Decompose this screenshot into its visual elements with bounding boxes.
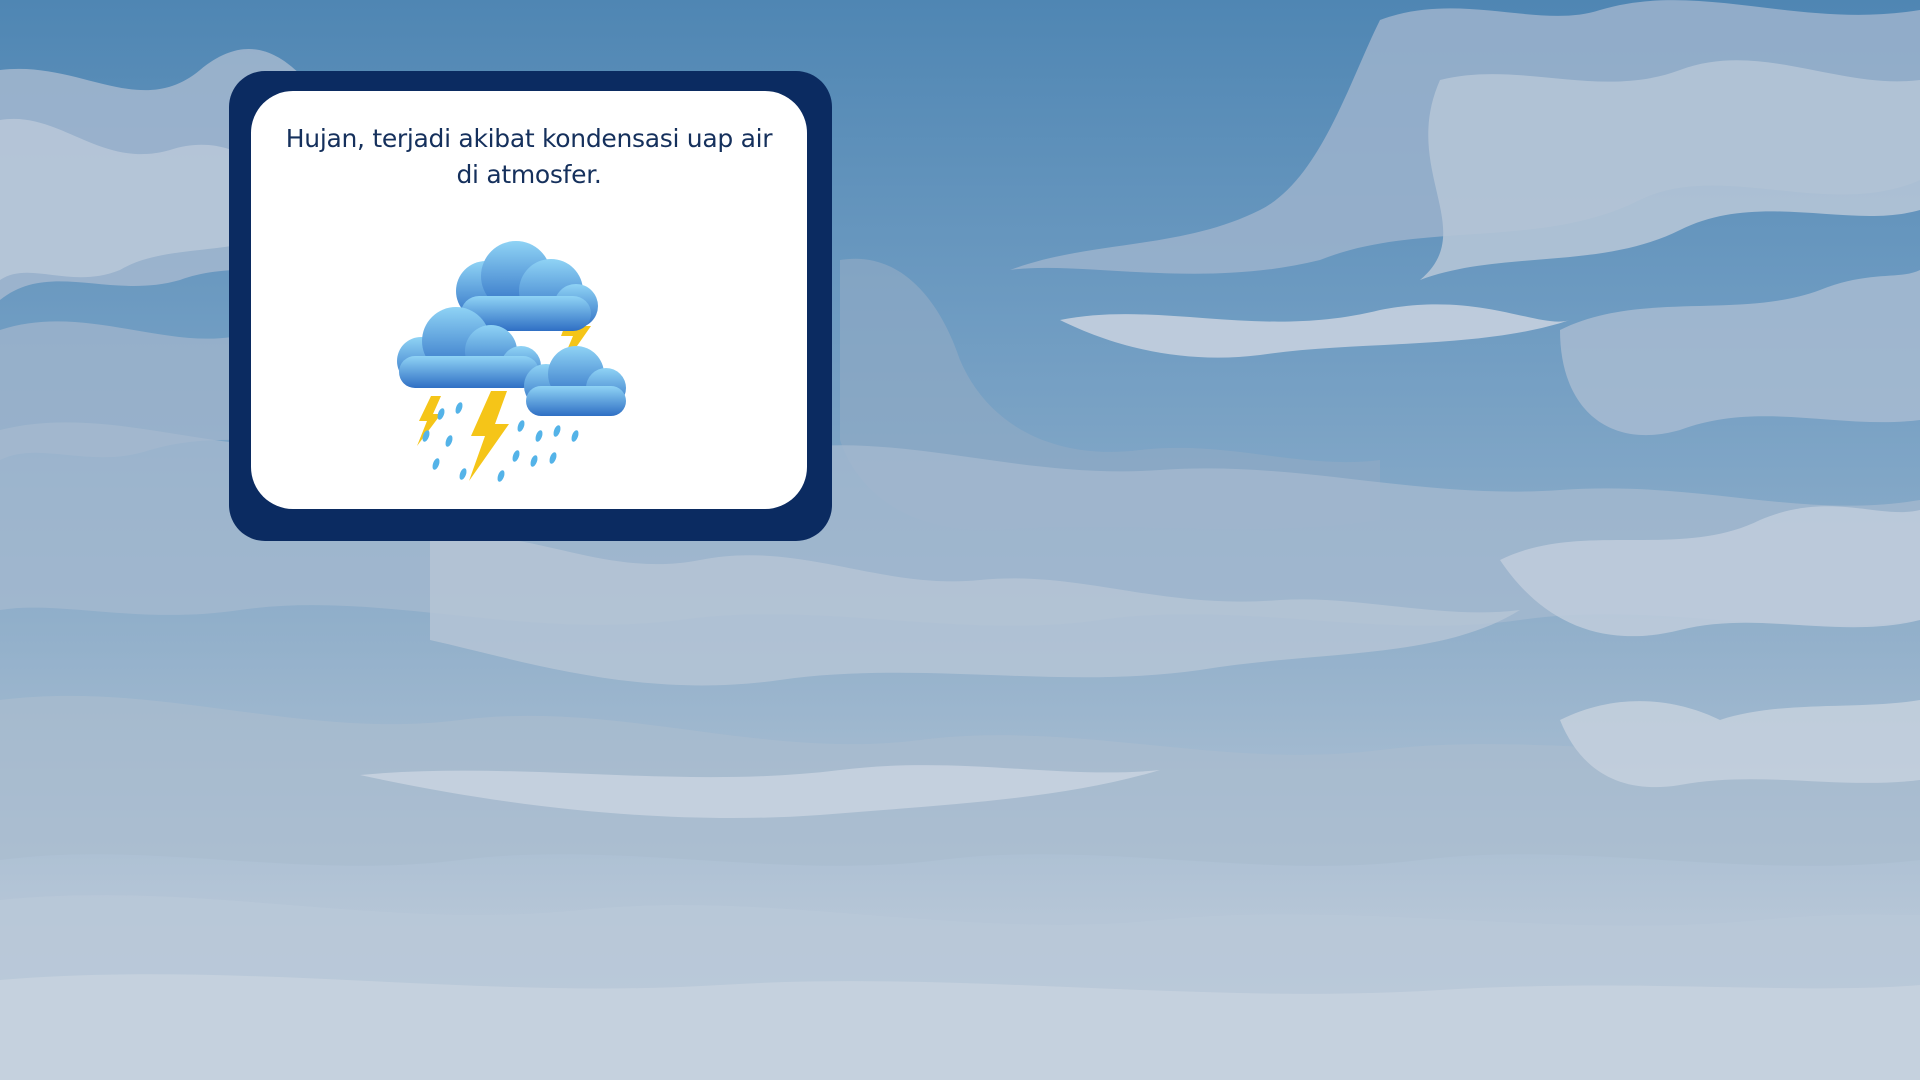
card-caption: Hujan, terjadi akibat kondensasi uap air… xyxy=(285,124,773,189)
storm-cloud-rain-lightning-icon xyxy=(397,241,626,482)
info-card-body: Hujan, terjadi akibat kondensasi uap air… xyxy=(251,91,807,509)
info-card: Hujan, terjadi akibat kondensasi uap air… xyxy=(229,71,832,541)
